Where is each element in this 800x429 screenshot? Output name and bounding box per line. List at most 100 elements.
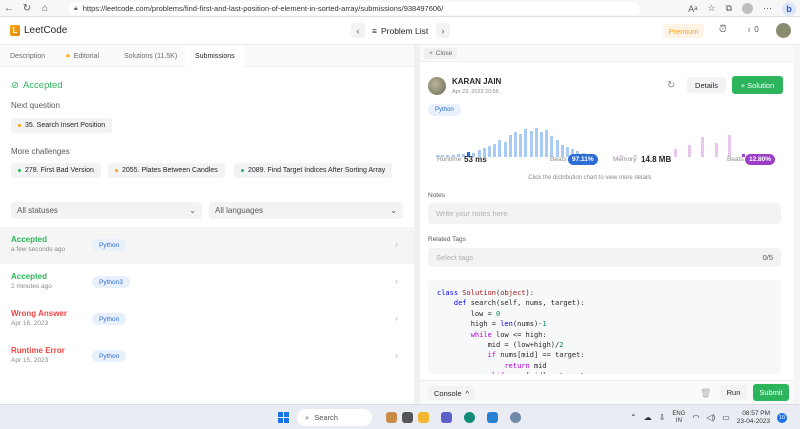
system-clock[interactable]: 08:57 PM 23-04-2023 [737,410,770,426]
file-explorer-icon[interactable] [418,412,429,423]
back-icon[interactable]: ← [0,0,18,17]
bing-icon[interactable]: b [782,1,796,16]
user-avatar[interactable] [776,23,791,38]
memory-label: Memory [613,156,637,163]
runtime-bar[interactable] [555,140,559,157]
close-icon: × [429,50,433,57]
runtime-bar[interactable] [514,132,517,157]
close-button[interactable]: × Close [424,48,458,59]
next-question-chip[interactable]: 35. Search Insert Position [11,118,113,133]
notes-input[interactable]: Write your notes here [428,203,781,224]
next-problem-button[interactable]: › [436,23,450,38]
code-viewer[interactable]: class Solution(object): def search(self,… [428,280,781,374]
prev-problem-button[interactable]: ‹ [351,23,365,38]
system-tray: ⌃ ☁︎ ⇩ ENG IN ◠ ◁) ▭ 08:57 PM 23-04-2023… [630,405,788,429]
address-bar[interactable]: 🔒︎ https://leetcode.com/problems/find-fi… [68,2,640,15]
code-token: 1 [542,320,547,329]
runtime-bar[interactable] [550,136,554,157]
runtime-bar[interactable] [540,132,543,157]
edge-icon[interactable] [464,412,475,423]
refresh-icon[interactable]: ↻ [18,0,36,17]
premium-button[interactable]: Premium [663,24,704,38]
runtime-bar[interactable] [529,131,533,157]
battery-icon[interactable]: ▭ [722,413,730,422]
streak-counter[interactable]: ♁ 0 [746,25,759,34]
tab-submissions[interactable]: Submissions [185,45,245,67]
run-button[interactable]: Run [720,385,747,400]
code-token: low = [437,309,497,318]
memory-bar[interactable] [674,149,677,157]
post-solution-button[interactable]: + Solution [732,76,783,94]
settings-icon[interactable] [510,412,521,423]
profile-icon[interactable] [742,3,753,14]
reload-icon[interactable]: ↻ [667,80,675,91]
details-button[interactable]: Details [687,77,726,93]
runtime-bar[interactable] [524,129,528,157]
submission-row[interactable]: Wrong Answer Apr 16, 2023 Python › [0,301,414,338]
tab-description[interactable]: Description [10,45,45,67]
home-icon[interactable]: ⌂ [36,0,54,17]
memory-bar[interactable] [687,145,691,157]
console-button[interactable]: Console ^ [428,386,476,400]
runtime-value: 53 ms [464,155,487,164]
runtime-bar[interactable] [508,135,512,157]
code-line: high = len(nums)-1 [437,319,772,329]
chip-label: 35. Search Insert Position [25,122,106,129]
runtime-bar[interactable] [519,134,523,157]
challenge-chip-2[interactable]: 2055. Plates Between Candles [108,163,225,178]
detail-tabbar: × Close [420,45,800,62]
submission-row[interactable]: Runtime Error Apr 15, 2023 Python › [0,338,414,375]
runtime-bar[interactable] [534,128,538,157]
problem-list-button[interactable]: ≡ Problem List [372,26,428,36]
distribution-chart[interactable] [428,125,780,157]
challenge-chip-3[interactable]: 2089. Find Target Indices After Sorting … [234,163,393,178]
submit-button[interactable]: Submit [753,384,789,401]
code-token: Solution [462,289,497,297]
challenge-chip-1[interactable]: 278. First Bad Version [11,163,101,178]
submission-row[interactable]: Accepted a few seconds ago Python › [0,227,414,264]
tab-solutions[interactable]: Solutions (11.5K) [124,45,177,67]
taskbar-search[interactable]: ⌕ Search [297,409,372,426]
related-tags-label: Related Tags [428,236,466,243]
volume-icon[interactable]: ◁) [706,413,715,422]
notification-badge[interactable]: 10 [777,412,788,423]
submission-language: Python [92,239,127,251]
page-scrollbar[interactable] [794,45,800,404]
timer-icon[interactable]: ⏰︎ [719,24,727,35]
teams-icon[interactable] [441,412,452,423]
memory-bar[interactable] [701,137,704,157]
runtime-bar[interactable] [493,144,497,157]
status-filter-dropdown[interactable]: All statuses ⌄ [11,202,202,219]
submission-language: Python [92,313,127,325]
wifi-icon[interactable]: ◠ [692,413,699,422]
collections-icon[interactable]: ⧉ [726,3,732,14]
usb-icon[interactable]: ⇩ [659,413,666,422]
widget-icon[interactable] [386,412,397,423]
task-view-icon[interactable] [402,412,413,423]
language-filter-dropdown[interactable]: All languages ⌄ [209,202,403,219]
memory-bar[interactable] [714,143,718,157]
vscode-icon[interactable] [487,412,498,423]
accepted-heading: ⊘ Accepted [11,80,63,91]
runtime-bar[interactable] [488,146,491,157]
leetcode-logo[interactable]: L LeetCode [10,25,67,36]
more-icon[interactable]: ⋯ [763,3,772,14]
tags-select[interactable]: Select tags 0/5 [428,248,781,267]
input-language[interactable]: ENG IN [672,411,685,425]
favorite-icon[interactable]: ☆ [707,3,715,14]
memory-bar[interactable] [728,135,731,157]
submission-row[interactable]: Accepted 2 minutes ago Python3 › [0,264,414,301]
read-aloud-icon[interactable]: Aᵃ [688,4,697,14]
tab-editorial[interactable]: 🔒︎ Editorial [66,45,99,67]
runtime-bar[interactable] [545,130,549,157]
trash-icon[interactable]: 🗑︎ [700,388,711,399]
runtime-bar[interactable] [498,140,502,157]
chevron-up-icon[interactable]: ⌃ [630,413,637,422]
windows-start-icon[interactable] [278,412,289,423]
chevron-right-icon: › [395,239,398,249]
logo-text: LeetCode [24,25,68,36]
code-token: search(self, nums, target): [470,299,585,308]
runtime-bar[interactable] [503,142,507,157]
cloud-icon[interactable]: ☁︎ [644,413,652,422]
code-token: low <= high: [496,330,547,339]
